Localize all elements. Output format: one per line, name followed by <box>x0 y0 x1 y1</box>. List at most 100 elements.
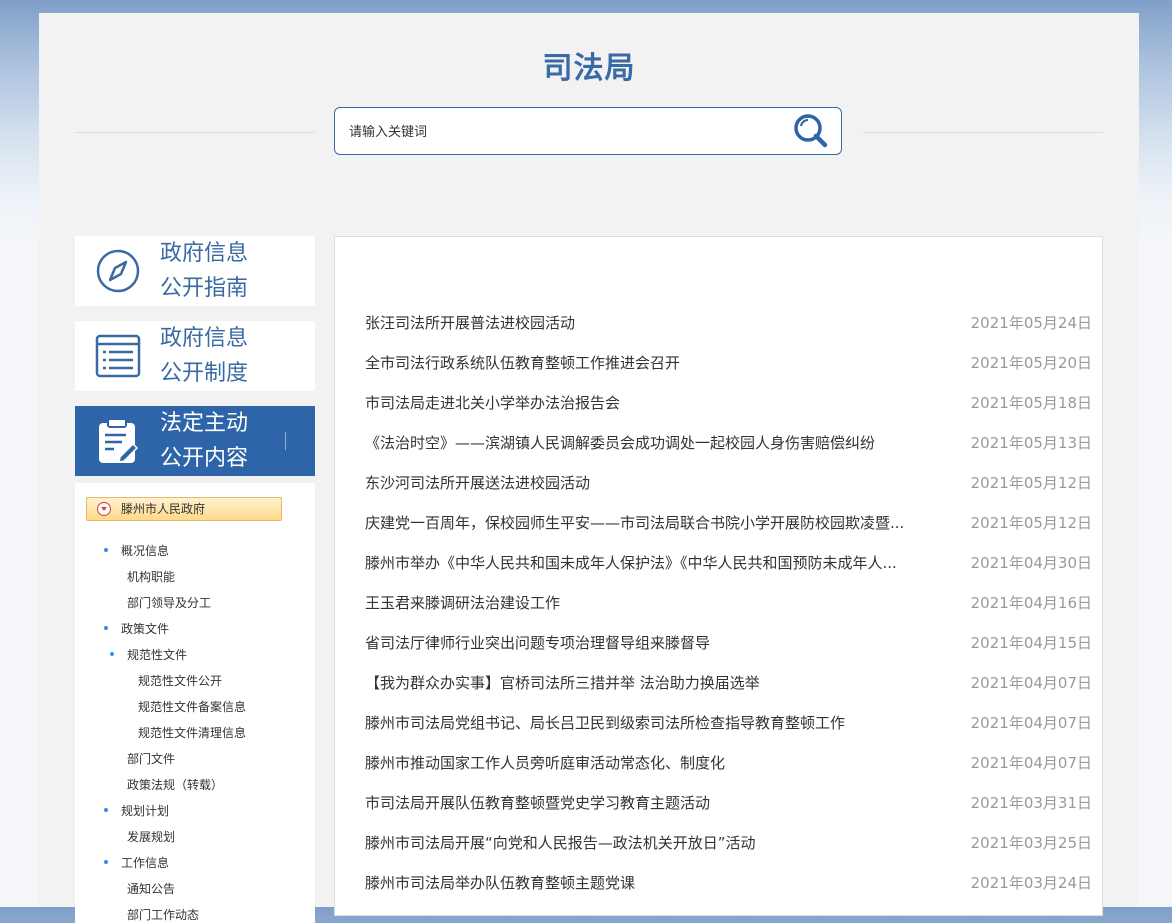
news-item[interactable]: 滕州市推动国家工作人员旁听庭审活动常态化、制度化 2021年04月07日 <box>335 743 1102 783</box>
news-title-link[interactable]: 东沙河司法所开展送法进校园活动 <box>365 472 945 493</box>
nav-item-guide[interactable]: 政府信息 公开指南 <box>75 236 315 306</box>
news-title-link[interactable]: 《法治时空》——滨湖镇人民调解委员会成功调处一起校园人身伤害赔偿纠纷 <box>365 432 945 453</box>
tree-item[interactable]: 规范性文件 <box>110 646 188 663</box>
tree-item-label: 政策文件 <box>121 622 170 636</box>
tree-item[interactable]: 规范性文件公开 <box>138 672 222 689</box>
news-title-link[interactable]: 市司法局走进北关小学举办法治报告会 <box>365 392 945 413</box>
news-date: 2021年03月24日 <box>970 874 1092 892</box>
tree-item-label: 规范性文件公开 <box>138 674 223 688</box>
news-date: 2021年05月13日 <box>970 434 1092 452</box>
tree-item[interactable]: 发展规划 <box>127 828 175 845</box>
news-date: 2021年04月30日 <box>970 554 1092 572</box>
tree-item[interactable]: 机构职能 <box>127 568 175 585</box>
bullet-icon <box>104 808 108 812</box>
tree-item-label: 规划计划 <box>121 804 170 818</box>
tree-item[interactable]: 部门工作动态 <box>127 906 199 923</box>
news-date: 2021年05月12日 <box>970 514 1092 532</box>
divider-left <box>75 132 315 133</box>
news-date: 2021年04月07日 <box>970 674 1092 692</box>
news-item[interactable]: 市司法局走进北关小学举办法治报告会 2021年05月18日 <box>335 383 1102 423</box>
tree-item-label: 通知公告 <box>127 882 176 896</box>
news-title-link[interactable]: 滕州市司法局举办队伍教育整顿主题党课 <box>365 872 945 893</box>
tree-item-label: 规范性文件清理信息 <box>138 726 247 740</box>
bullet-icon <box>104 548 108 552</box>
nav-separator <box>285 432 286 450</box>
news-item[interactable]: 滕州市司法局开展“向党和人民报告—政法机关开放日”活动 2021年03月25日 <box>335 823 1102 863</box>
news-item[interactable]: 张汪司法所开展普法进校园活动 2021年05月24日 <box>335 303 1102 343</box>
nav-item-label: 法定主动 公开内容 <box>160 411 249 471</box>
news-title-link[interactable]: 滕州市司法局党组书记、局长吕卫民到级索司法所检查指导教育整顿工作 <box>365 712 945 733</box>
news-item[interactable]: 滕州市举办《中华人民共和国未成年人保护法》《中华人民共和国预防未成年人... 20… <box>335 543 1102 583</box>
search-input[interactable] <box>347 108 771 156</box>
news-item[interactable]: 市司法局开展队伍教育整顿暨党史学习教育主题活动 2021年03月31日 <box>335 783 1102 823</box>
tree-item-label: 机构职能 <box>127 570 176 584</box>
clipboard-edit-icon <box>75 417 160 465</box>
document-list-icon <box>75 334 160 378</box>
news-date: 2021年04月07日 <box>970 714 1092 732</box>
bullet-icon <box>110 652 114 656</box>
tree-item-label: 部门文件 <box>127 752 176 766</box>
tree-item-label: 部门工作动态 <box>127 908 200 922</box>
page-title: 司法局 <box>542 51 636 86</box>
collapse-arrow-icon[interactable] <box>97 502 111 516</box>
tree-item[interactable]: 政策文件 <box>104 620 170 637</box>
tree-item-label: 发展规划 <box>127 830 176 844</box>
news-title-link[interactable]: 全市司法行政系统队伍教育整顿工作推进会召开 <box>365 352 945 373</box>
news-item[interactable]: 【我为群众办实事】官桥司法所三措并举 法治助力换届选举 2021年04月07日 <box>335 663 1102 703</box>
compass-icon <box>75 248 160 294</box>
news-date: 2021年03月31日 <box>970 794 1092 812</box>
tree-root[interactable]: 滕州市人民政府 <box>86 497 282 521</box>
divider-right <box>863 132 1103 133</box>
tree-item[interactable]: 规划计划 <box>104 802 170 819</box>
tree-item-label: 规范性文件备案信息 <box>138 700 247 714</box>
news-date: 2021年04月16日 <box>970 594 1092 612</box>
news-title-link[interactable]: 滕州市推动国家工作人员旁听庭审活动常态化、制度化 <box>365 752 945 773</box>
tree-item[interactable]: 部门文件 <box>127 750 175 767</box>
tree-item-label: 工作信息 <box>121 856 170 870</box>
tree-item[interactable]: 规范性文件备案信息 <box>138 698 246 715</box>
news-item[interactable]: 省司法厅律师行业突出问题专项治理督导组来滕督导 2021年04月15日 <box>335 623 1102 663</box>
news-date: 2021年04月15日 <box>970 634 1092 652</box>
search-box <box>334 107 842 156</box>
category-tree: 滕州市人民政府 概况信息机构职能部门领导及分工政策文件规范性文件规范性文件公开规… <box>75 483 315 923</box>
tree-item[interactable]: 工作信息 <box>104 854 170 871</box>
news-item[interactable]: 东沙河司法所开展送法进校园活动 2021年05月12日 <box>335 463 1102 503</box>
news-date: 2021年04月07日 <box>970 754 1092 772</box>
news-title-link[interactable]: 滕州市司法局开展“向党和人民报告—政法机关开放日”活动 <box>365 832 945 853</box>
news-title-link[interactable]: 滕州市举办《中华人民共和国未成年人保护法》《中华人民共和国预防未成年人... <box>365 552 945 573</box>
news-date: 2021年05月18日 <box>970 394 1092 412</box>
news-date: 2021年05月24日 <box>970 314 1092 332</box>
tree-item[interactable]: 部门领导及分工 <box>127 594 211 611</box>
news-title-link[interactable]: 张汪司法所开展普法进校园活动 <box>365 312 945 333</box>
news-title-link[interactable]: 省司法厅律师行业突出问题专项治理督导组来滕督导 <box>365 632 945 653</box>
tree-item[interactable]: 政策法规（转载） <box>127 776 223 793</box>
news-item[interactable]: 全市司法行政系统队伍教育整顿工作推进会召开 2021年05月20日 <box>335 343 1102 383</box>
news-title-link[interactable]: 【我为群众办实事】官桥司法所三措并举 法治助力换届选举 <box>365 672 945 693</box>
news-date: 2021年03月25日 <box>970 834 1092 852</box>
news-item[interactable]: 庆建党一百周年，保校园师生平安——市司法局联合书院小学开展防校园欺凌暨... 20… <box>335 503 1102 543</box>
tree-item-label: 政策法规（转载） <box>127 778 224 792</box>
news-item[interactable]: 滕州市司法局举办队伍教育整顿主题党课 2021年03月24日 <box>335 863 1102 903</box>
tree-item[interactable]: 概况信息 <box>104 542 170 559</box>
bullet-icon <box>104 626 108 630</box>
tree-item-label: 规范性文件 <box>127 648 188 662</box>
page-container: 司法局 政府信息公开指南 <box>39 13 1139 923</box>
news-item[interactable]: 《法治时空》——滨湖镇人民调解委员会成功调处一起校园人身伤害赔偿纠纷 2021年0… <box>335 423 1102 463</box>
news-title-link[interactable]: 王玉君来滕调研法治建设工作 <box>365 592 945 613</box>
news-title-link[interactable]: 市司法局开展队伍教育整顿暨党史学习教育主题活动 <box>365 792 945 813</box>
tree-item[interactable]: 规范性文件清理信息 <box>138 724 246 741</box>
news-title-link[interactable]: 庆建党一百周年，保校园师生平安——市司法局联合书院小学开展防校园欺凌暨... <box>365 512 945 533</box>
bullet-icon <box>104 860 108 864</box>
tree-item-label: 概况信息 <box>121 544 170 558</box>
nav-item-label: 政府信息 公开指南 <box>160 241 249 301</box>
nav-item-content[interactable]: 法定主动 公开内容 <box>75 406 315 476</box>
news-item[interactable]: 滕州市司法局党组书记、局长吕卫民到级索司法所检查指导教育整顿工作 2021年04月… <box>335 703 1102 743</box>
news-date: 2021年05月20日 <box>970 354 1092 372</box>
news-list: 张汪司法所开展普法进校园活动 2021年05月24日全市司法行政系统队伍教育整顿工… <box>335 303 1102 903</box>
nav-item-system[interactable]: 政府信息 公开制度 <box>75 321 315 391</box>
search-icon[interactable] <box>791 112 831 152</box>
news-date: 2021年05月12日 <box>970 474 1092 492</box>
news-panel: 张汪司法所开展普法进校园活动 2021年05月24日全市司法行政系统队伍教育整顿工… <box>334 236 1103 916</box>
news-item[interactable]: 王玉君来滕调研法治建设工作 2021年04月16日 <box>335 583 1102 623</box>
tree-item[interactable]: 通知公告 <box>127 880 175 897</box>
